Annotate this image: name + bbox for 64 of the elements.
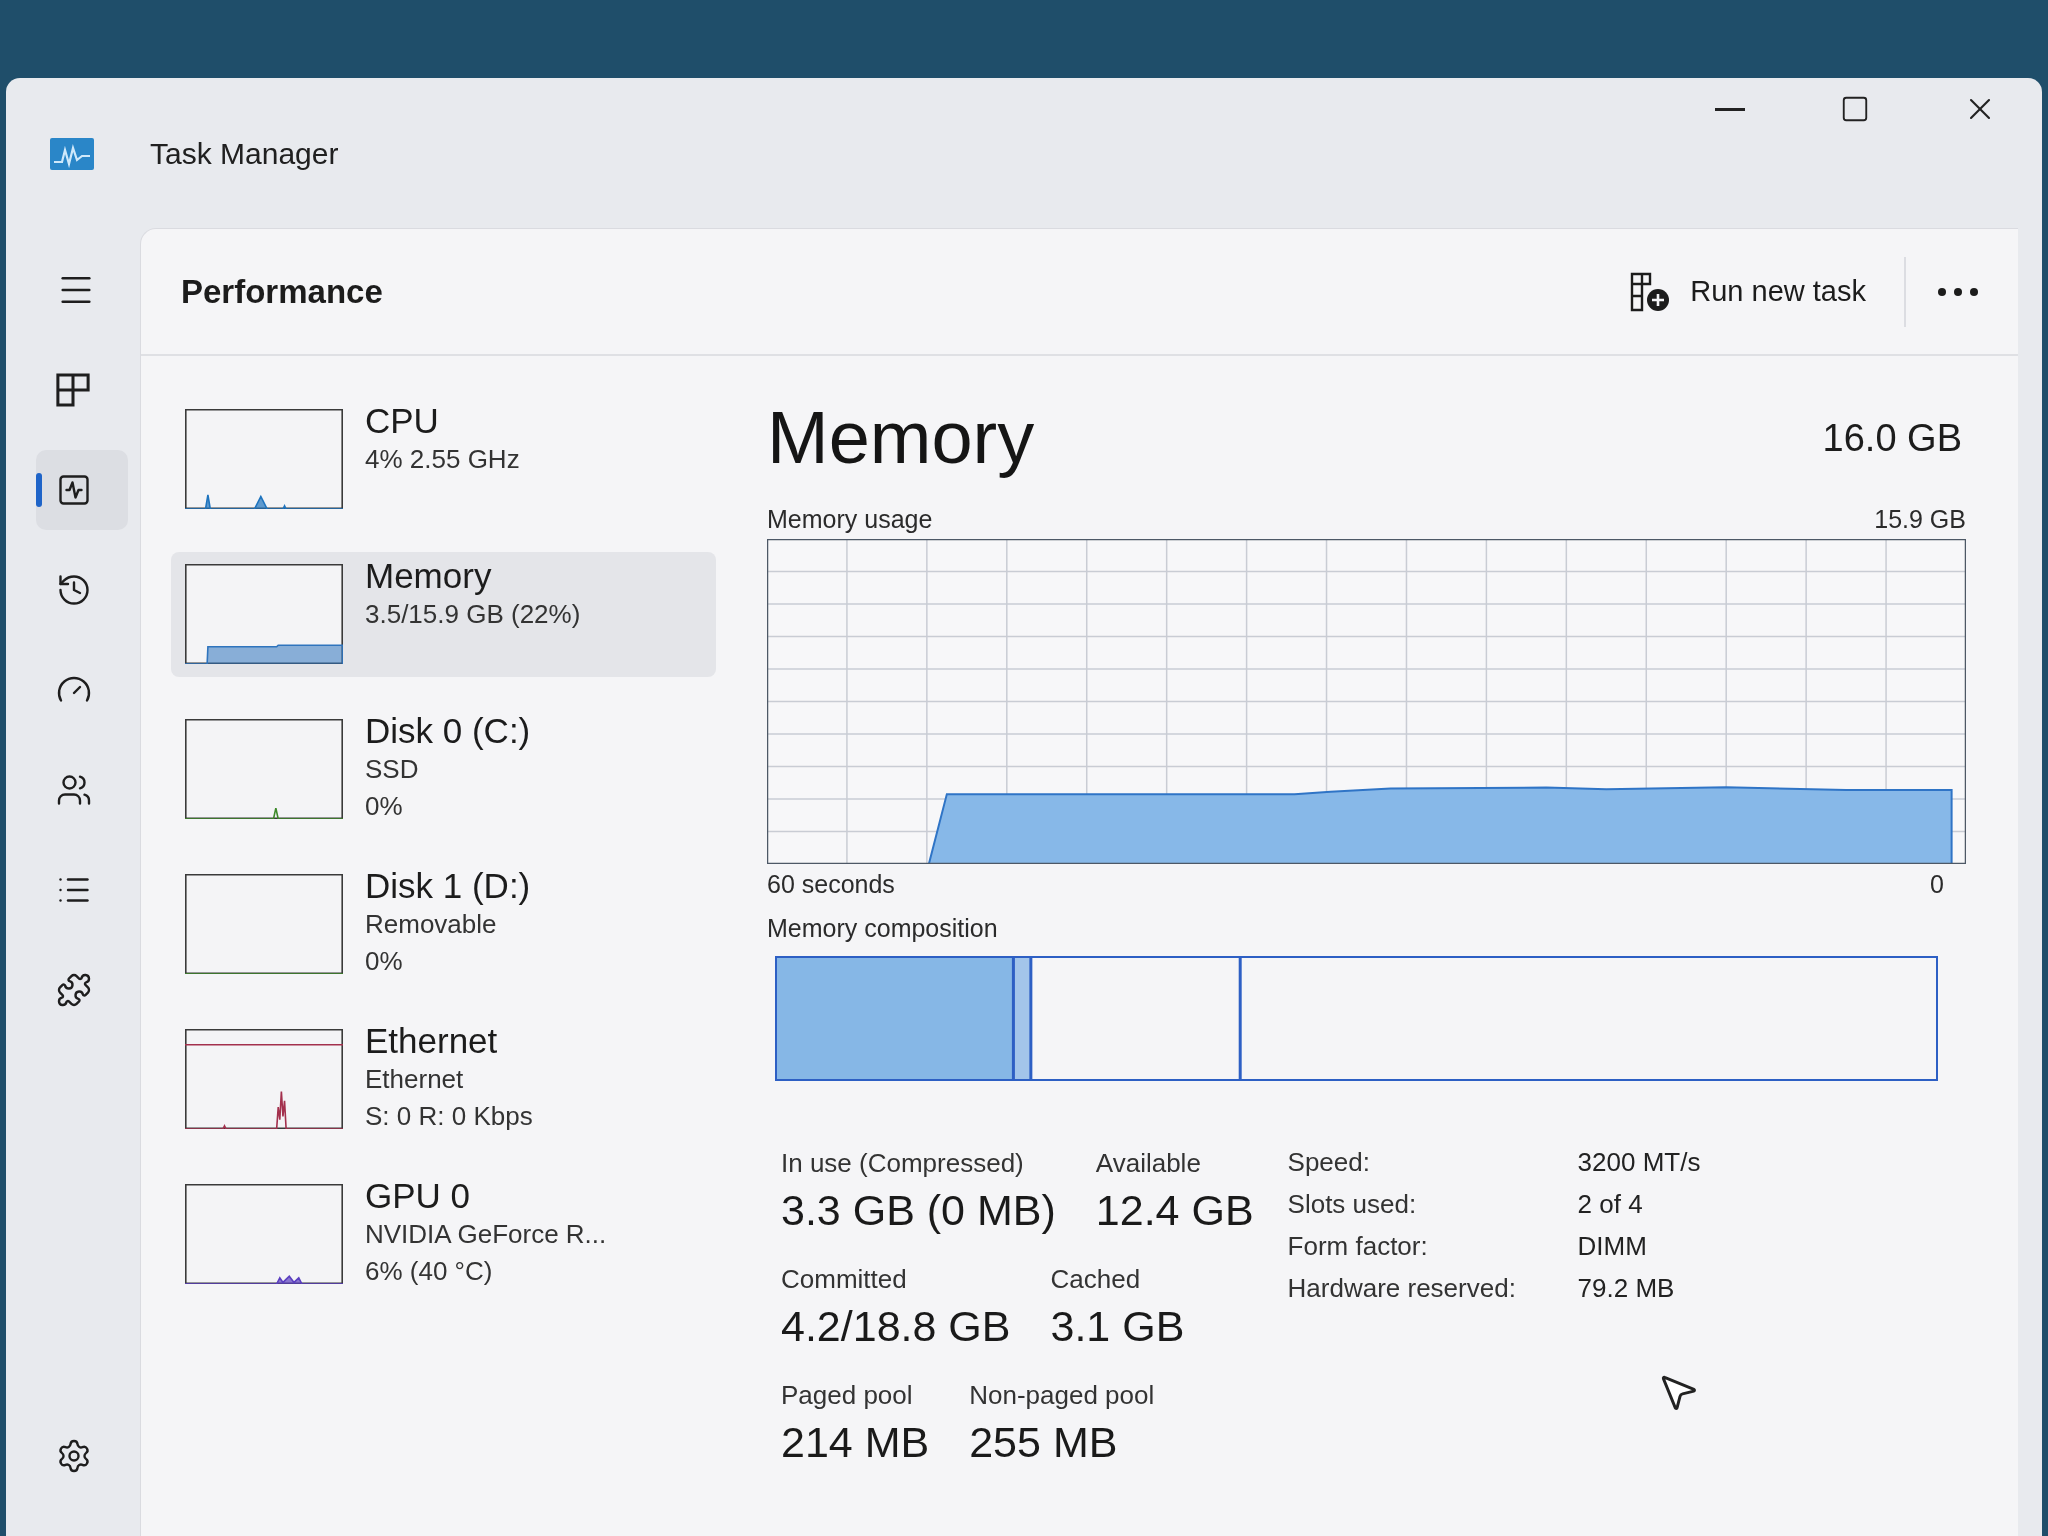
device-item[interactable]: Disk 1 (D:) Removable 0%: [171, 862, 716, 987]
stat-label: Available: [1095, 1147, 1202, 1180]
device-detail: S: 0 R: 0 Kbps: [365, 1100, 533, 1133]
device-detail: Ethernet: [365, 1063, 465, 1096]
stat-label: Paged pool: [781, 1379, 914, 1412]
spec-value: DIMM: [1577, 1230, 1648, 1262]
stat-value: 255 MB: [969, 1417, 1119, 1468]
stat-value: 12.4 GB: [1095, 1185, 1254, 1236]
device-detail: 6% (40 °C): [365, 1255, 494, 1288]
device-name: GPU 0: [365, 1176, 472, 1216]
stat-value: 4.2/18.8 GB: [781, 1301, 1011, 1352]
app-icon: [50, 138, 94, 170]
usage-label: Memory usage: [767, 504, 933, 535]
stat-value: 3.1 GB: [1050, 1301, 1185, 1352]
device-detail: 0%: [365, 790, 404, 823]
users-icon: [56, 772, 92, 808]
stat-label: In use (Compressed): [781, 1147, 1025, 1180]
stat-label: Cached: [1050, 1263, 1142, 1296]
stat-value: 3.3 GB (0 MB): [781, 1185, 1056, 1236]
puzzle-icon: [56, 972, 92, 1008]
device-detail: 0%: [365, 945, 404, 978]
run-task-button[interactable]: Run new task: [1616, 261, 1880, 322]
time-end-label: 0: [1930, 869, 1944, 900]
window-title: Task Manager: [150, 136, 339, 172]
history-icon: [56, 572, 92, 608]
usage-max-label: 15.9 GB: [1874, 504, 1966, 535]
stat-label: Committed: [781, 1263, 908, 1296]
device-name: Memory: [365, 556, 493, 596]
memory-title: Memory: [767, 396, 1035, 480]
stat-value: 214 MB: [781, 1417, 930, 1468]
window-plus-icon: [1630, 271, 1671, 312]
grid-icon: [56, 373, 90, 407]
nav-button[interactable]: [36, 450, 128, 530]
device-name: Disk 1 (D:): [365, 866, 531, 906]
spec-value: 2 of 4: [1577, 1188, 1644, 1220]
spec-label: Speed:: [1287, 1146, 1371, 1178]
device-name: CPU: [365, 401, 440, 441]
device-detail: 4% 2.55 GHz: [365, 443, 520, 476]
device-detail: Removable: [365, 908, 498, 941]
device-detail: SSD: [365, 753, 420, 786]
selection-indicator: [36, 473, 42, 507]
device-detail: 3.5/15.9 GB (22%): [365, 598, 581, 631]
device-item[interactable]: Memory 3.5/15.9 GB (22%): [171, 552, 716, 677]
device-item[interactable]: GPU 0 NVIDIA GeForce R... 6% (40 °C): [171, 1172, 716, 1297]
minimize-icon: [1714, 107, 1745, 111]
settings-icon: [56, 1438, 92, 1474]
pulse-icon: [56, 472, 92, 508]
page-title: Performance: [181, 272, 383, 311]
device-item[interactable]: CPU 4% 2.55 GHz: [171, 397, 716, 522]
ellipsis-icon: [1938, 287, 1978, 296]
stat-label: Non-paged pool: [969, 1379, 1155, 1412]
spec-label: Hardware reserved:: [1287, 1272, 1517, 1304]
spec-label: Slots used:: [1287, 1188, 1418, 1220]
composition-label: Memory composition: [767, 913, 999, 944]
time-span-label: 60 seconds: [767, 869, 895, 900]
device-detail: NVIDIA GeForce R...: [365, 1218, 607, 1251]
spec-value: 3200 MT/s: [1577, 1146, 1701, 1178]
memory-total: 16.0 GB: [1822, 416, 1962, 460]
device-item[interactable]: Ethernet Ethernet S: 0 R: 0 Kbps: [171, 1017, 716, 1142]
device-name: Ethernet: [365, 1021, 499, 1061]
spec-label: Form factor:: [1287, 1230, 1429, 1262]
device-item[interactable]: Disk 0 (C:) SSD 0%: [171, 707, 716, 832]
device-name: Disk 0 (C:): [365, 711, 531, 751]
spec-value: 79.2 MB: [1577, 1272, 1676, 1304]
